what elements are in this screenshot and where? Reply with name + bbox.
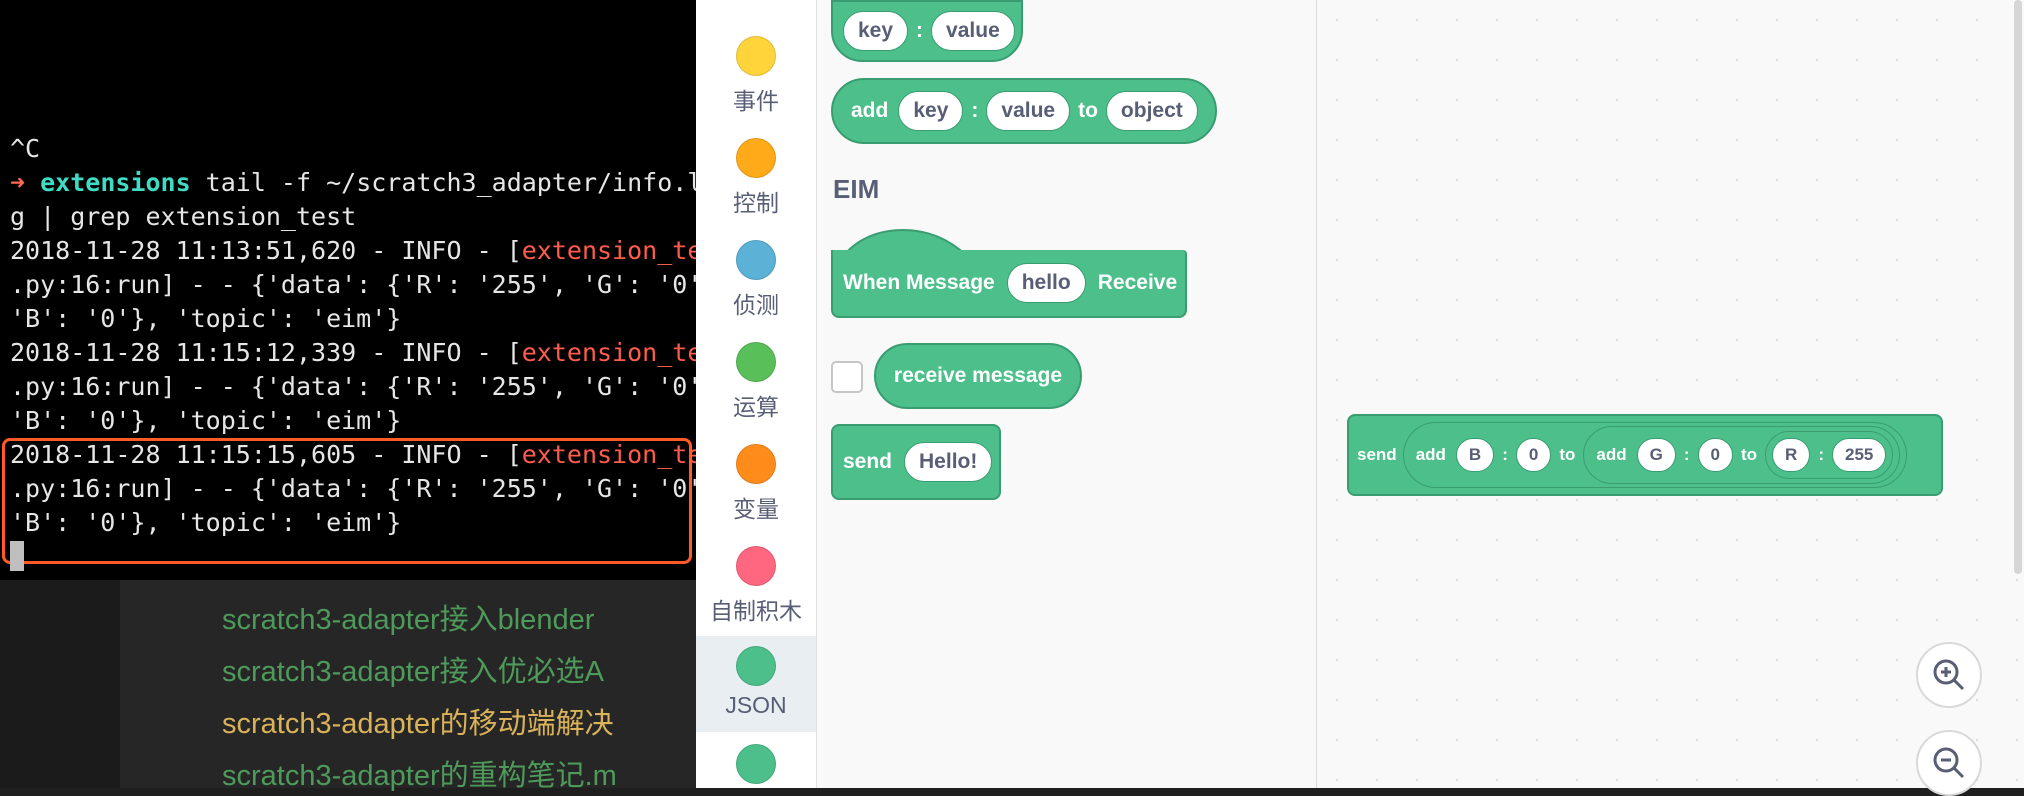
zoom-out-button[interactable] — [1916, 730, 1982, 796]
doc-link[interactable]: scratch3-adapter接入blender — [222, 604, 594, 636]
key-input[interactable]: R — [1772, 438, 1811, 472]
receive-message-checkbox[interactable] — [831, 361, 863, 393]
category-menu: 事件 控制 侦测 运算 变量 自制积木 JSON — [696, 0, 817, 788]
terminal-line: ^C — [10, 134, 41, 163]
value-input[interactable]: 255 — [1832, 438, 1887, 472]
terminal-line: g | grep extension_test — [10, 202, 357, 231]
terminal-line: ➜ extensions tail -f ~/scratch3_adapter/… — [10, 168, 718, 197]
send-message-input[interactable]: Hello! — [904, 442, 993, 482]
send-block[interactable]: send Hello! — [831, 424, 1001, 500]
doc-link[interactable]: scratch3-adapter的重构笔记.m — [222, 760, 617, 792]
key-input[interactable]: B — [1455, 438, 1495, 472]
workspace-send-block[interactable]: send add B : 0 to add G : 0 to R : 255 — [1347, 414, 1943, 496]
category-dot-icon — [736, 546, 776, 586]
value-input[interactable]: value — [986, 91, 1071, 131]
eim-heading: EIM — [833, 174, 880, 204]
object-input[interactable]: object — [1105, 91, 1198, 131]
terminal-line: 2018-11-28 11:13:51,620 - INFO - [extens… — [10, 236, 733, 265]
category-extension[interactable] — [696, 734, 816, 788]
doc-link[interactable]: scratch3-adapter的移动端解决 — [222, 708, 614, 740]
category-dot-icon — [736, 744, 776, 784]
category-json[interactable]: JSON — [696, 636, 816, 732]
doc-item[interactable]: scratch3-adapter的移动端解决 — [222, 700, 696, 742]
key-input[interactable]: key — [898, 91, 964, 131]
doc-item[interactable]: scratch3-adapter接入优必选A — [222, 648, 696, 690]
category-dot-icon — [736, 138, 776, 178]
key-input[interactable]: G — [1636, 438, 1676, 472]
file-list-panel: scratch3-adapter接入blender scratch3-adapt… — [0, 580, 696, 792]
category-dot-icon — [736, 240, 776, 280]
key-value-reporter[interactable]: R : 255 — [1765, 431, 1894, 479]
block-palette: key : value add key : value to object EI… — [817, 0, 1317, 788]
value-input[interactable]: 0 — [1515, 438, 1552, 472]
key-input[interactable]: key — [843, 11, 909, 51]
when-message-receive-block[interactable]: When Message hello Receive — [831, 250, 1187, 318]
terminal-line: .py:16:run] - - {'data': {'R': '255', 'G… — [10, 270, 718, 299]
category-variables[interactable]: 变量 — [696, 434, 816, 536]
terminal-window[interactable]: ^C ➜ extensions tail -f ~/scratch3_adapte… — [0, 0, 733, 580]
terminal-line: 'B': '0'}, 'topic': 'eim'} — [10, 406, 402, 435]
category-dot-icon — [736, 342, 776, 382]
category-events[interactable]: 事件 — [696, 26, 816, 128]
highlight-box — [2, 438, 692, 564]
receive-message-reporter[interactable]: receive message — [874, 343, 1082, 409]
terminal-line: .py:16:run] - - {'data': {'R': '255', 'G… — [10, 372, 718, 401]
category-dot-icon — [736, 646, 776, 686]
add-reporter-outer[interactable]: add B : 0 to add G : 0 to R : 255 — [1402, 422, 1908, 488]
add-to-object-block[interactable]: add key : value to object — [831, 78, 1217, 144]
category-sensing[interactable]: 侦测 — [696, 230, 816, 332]
category-dot-icon — [736, 444, 776, 484]
doc-item[interactable]: scratch3-adapter接入blender — [222, 596, 696, 638]
category-operators[interactable]: 运算 — [696, 332, 816, 434]
category-my-blocks[interactable]: 自制积木 — [696, 536, 816, 638]
terminal-cursor — [10, 541, 24, 571]
terminal-line: 'B': '0'}, 'topic': 'eim'} — [10, 304, 402, 333]
add-reporter-inner[interactable]: add G : 0 to R : 255 — [1583, 426, 1901, 484]
editor-gutter — [0, 580, 120, 788]
zoom-in-icon — [1933, 659, 1965, 691]
doc-link[interactable]: scratch3-adapter接入优必选A — [222, 656, 604, 688]
value-input[interactable]: value — [931, 11, 1015, 51]
zoom-out-icon — [1933, 747, 1965, 779]
category-control[interactable]: 控制 — [696, 128, 816, 230]
zoom-in-button[interactable] — [1916, 642, 1982, 708]
category-partial-top — [696, 0, 816, 10]
terminal-line: 2018-11-28 11:15:12,339 - INFO - [extens… — [10, 338, 733, 367]
value-input[interactable]: 0 — [1697, 438, 1733, 472]
category-dot-icon — [736, 36, 776, 76]
key-value-block[interactable]: key : value — [831, 0, 1023, 62]
workspace-vertical-scrollbar[interactable] — [2014, 0, 2022, 574]
message-input[interactable]: hello — [1006, 263, 1086, 303]
